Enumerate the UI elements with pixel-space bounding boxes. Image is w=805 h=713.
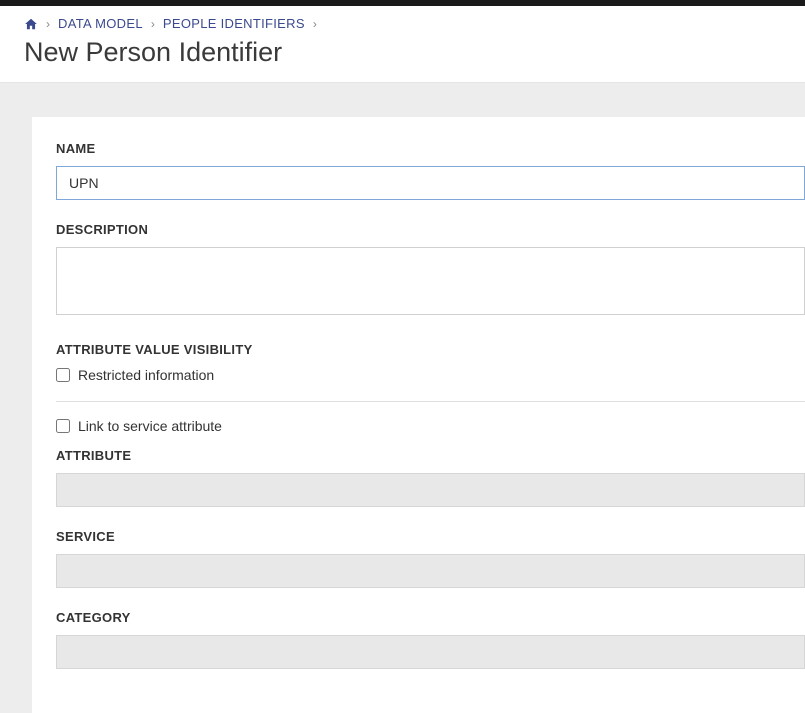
link-section: Link to service attribute <box>56 418 805 434</box>
category-input <box>56 635 805 669</box>
breadcrumb-people-identifiers[interactable]: PEOPLE IDENTIFIERS <box>163 16 305 31</box>
link-label: Link to service attribute <box>78 418 222 434</box>
category-group: CATEGORY <box>56 610 805 669</box>
name-group: NAME <box>56 141 805 200</box>
chevron-right-icon: › <box>46 17 50 31</box>
description-input[interactable] <box>56 247 805 315</box>
visibility-label: ATTRIBUTE VALUE VISIBILITY <box>56 342 805 357</box>
restricted-row: Restricted information <box>56 367 805 383</box>
breadcrumb: › DATA MODEL › PEOPLE IDENTIFIERS › <box>24 16 781 31</box>
attribute-group: ATTRIBUTE <box>56 448 805 507</box>
category-label: CATEGORY <box>56 610 805 625</box>
chevron-right-icon: › <box>151 17 155 31</box>
service-label: SERVICE <box>56 529 805 544</box>
content-background: NAME DESCRIPTION ATTRIBUTE VALUE VISIBIL… <box>0 83 805 713</box>
attribute-input <box>56 473 805 507</box>
name-label: NAME <box>56 141 805 156</box>
link-checkbox[interactable] <box>56 419 70 433</box>
visibility-section: ATTRIBUTE VALUE VISIBILITY Restricted in… <box>56 342 805 383</box>
restricted-label: Restricted information <box>78 367 214 383</box>
divider <box>56 401 805 402</box>
description-label: DESCRIPTION <box>56 222 805 237</box>
link-row: Link to service attribute <box>56 418 805 434</box>
restricted-checkbox[interactable] <box>56 368 70 382</box>
form-card: NAME DESCRIPTION ATTRIBUTE VALUE VISIBIL… <box>32 117 805 713</box>
header-area: › DATA MODEL › PEOPLE IDENTIFIERS › New … <box>0 6 805 83</box>
breadcrumb-data-model[interactable]: DATA MODEL <box>58 16 143 31</box>
name-input[interactable] <box>56 166 805 200</box>
chevron-right-icon: › <box>313 17 317 31</box>
description-group: DESCRIPTION <box>56 222 805 320</box>
service-group: SERVICE <box>56 529 805 588</box>
service-input <box>56 554 805 588</box>
home-icon[interactable] <box>24 17 38 31</box>
page-title: New Person Identifier <box>24 37 781 68</box>
attribute-label: ATTRIBUTE <box>56 448 805 463</box>
